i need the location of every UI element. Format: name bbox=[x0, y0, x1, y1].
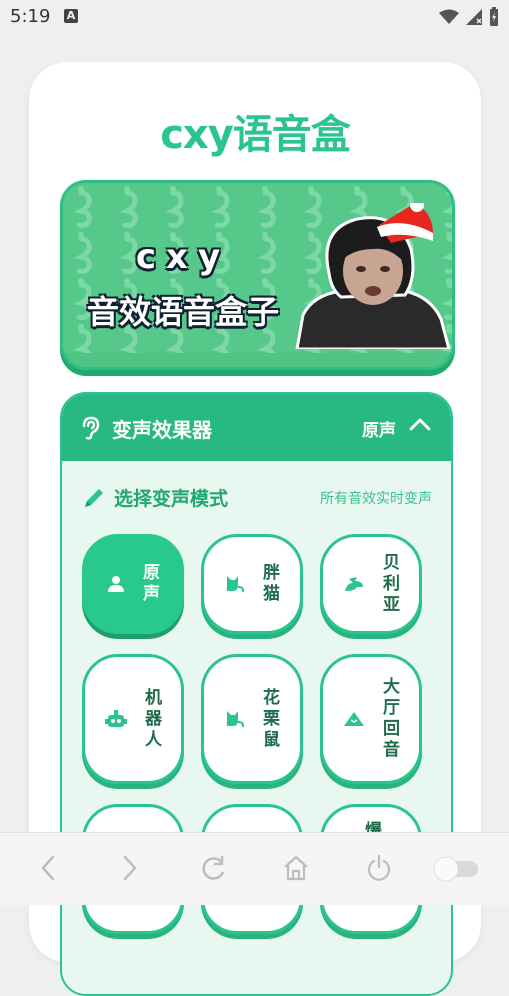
toggle-switch[interactable] bbox=[432, 855, 480, 883]
cat-icon bbox=[225, 575, 245, 593]
browser-bottom-bar bbox=[0, 832, 509, 905]
power-icon[interactable] bbox=[365, 853, 393, 883]
section-hint: 所有音效实时变声 bbox=[320, 491, 432, 507]
effect-button-original[interactable]: 原声 bbox=[82, 534, 184, 634]
effect-button-chipmunk[interactable]: 花栗鼠 bbox=[201, 654, 303, 784]
status-icons bbox=[439, 6, 499, 28]
cat-icon bbox=[225, 710, 245, 728]
dragon-icon bbox=[343, 575, 365, 593]
effect-label: 机器人 bbox=[141, 687, 161, 751]
pencil-icon bbox=[85, 489, 103, 507]
mode-row: 选择变声模式 所有音效实时变声 bbox=[82, 484, 432, 514]
section-title: 选择变声模式 bbox=[114, 488, 229, 510]
effect-label: 贝利亚 bbox=[379, 552, 399, 616]
effect-button-belial[interactable]: 贝利亚 bbox=[320, 534, 422, 634]
status-time: 5:19 bbox=[10, 6, 51, 27]
banner[interactable]: cxy 音效语音盒子 bbox=[60, 180, 455, 370]
mountain-icon bbox=[343, 711, 365, 727]
robot-icon bbox=[105, 709, 127, 729]
signal-icon bbox=[466, 9, 482, 25]
home-icon[interactable] bbox=[282, 853, 310, 883]
panel-title: 变声效果器 bbox=[112, 418, 212, 442]
ear-icon bbox=[82, 416, 100, 440]
refresh-icon[interactable] bbox=[200, 853, 228, 883]
wifi-icon bbox=[439, 9, 459, 24]
effect-label: 大厅回音 bbox=[379, 677, 399, 761]
forward-icon[interactable] bbox=[120, 853, 140, 883]
voice-effect-panel: 变声效果器 原声 选择变声模式 所有音效实时变声 原声 胖猫 贝利亚 机器人 花… bbox=[60, 392, 453, 996]
effect-label: 花栗鼠 bbox=[259, 687, 279, 751]
effect-label: 胖猫 bbox=[259, 563, 279, 605]
status-bar: 5:19 A bbox=[0, 0, 509, 34]
effect-button-robot[interactable]: 机器人 bbox=[82, 654, 184, 784]
main-card: cxy语音盒 cxy 音效语音盒子 变声效果器 原声 选择变声模式 所有音效实时… bbox=[29, 62, 481, 996]
panel-header[interactable]: 变声效果器 原声 bbox=[62, 394, 451, 461]
banner-title: cxy bbox=[135, 237, 231, 277]
effect-label: 原声 bbox=[139, 563, 159, 605]
avatar-photo bbox=[295, 203, 451, 349]
app-title: cxy语音盒 bbox=[160, 112, 351, 158]
back-icon[interactable] bbox=[38, 853, 58, 883]
notification-icon: A bbox=[64, 9, 78, 23]
battery-icon bbox=[490, 7, 498, 26]
effect-button-fat-cat[interactable]: 胖猫 bbox=[201, 534, 303, 634]
chevron-up-icon[interactable] bbox=[409, 416, 431, 432]
current-effect-label: 原声 bbox=[362, 421, 396, 441]
effect-button-hall-echo[interactable]: 大厅回音 bbox=[320, 654, 422, 784]
person-icon bbox=[107, 575, 125, 593]
banner-subtitle: 音效语音盒子 bbox=[86, 293, 279, 331]
